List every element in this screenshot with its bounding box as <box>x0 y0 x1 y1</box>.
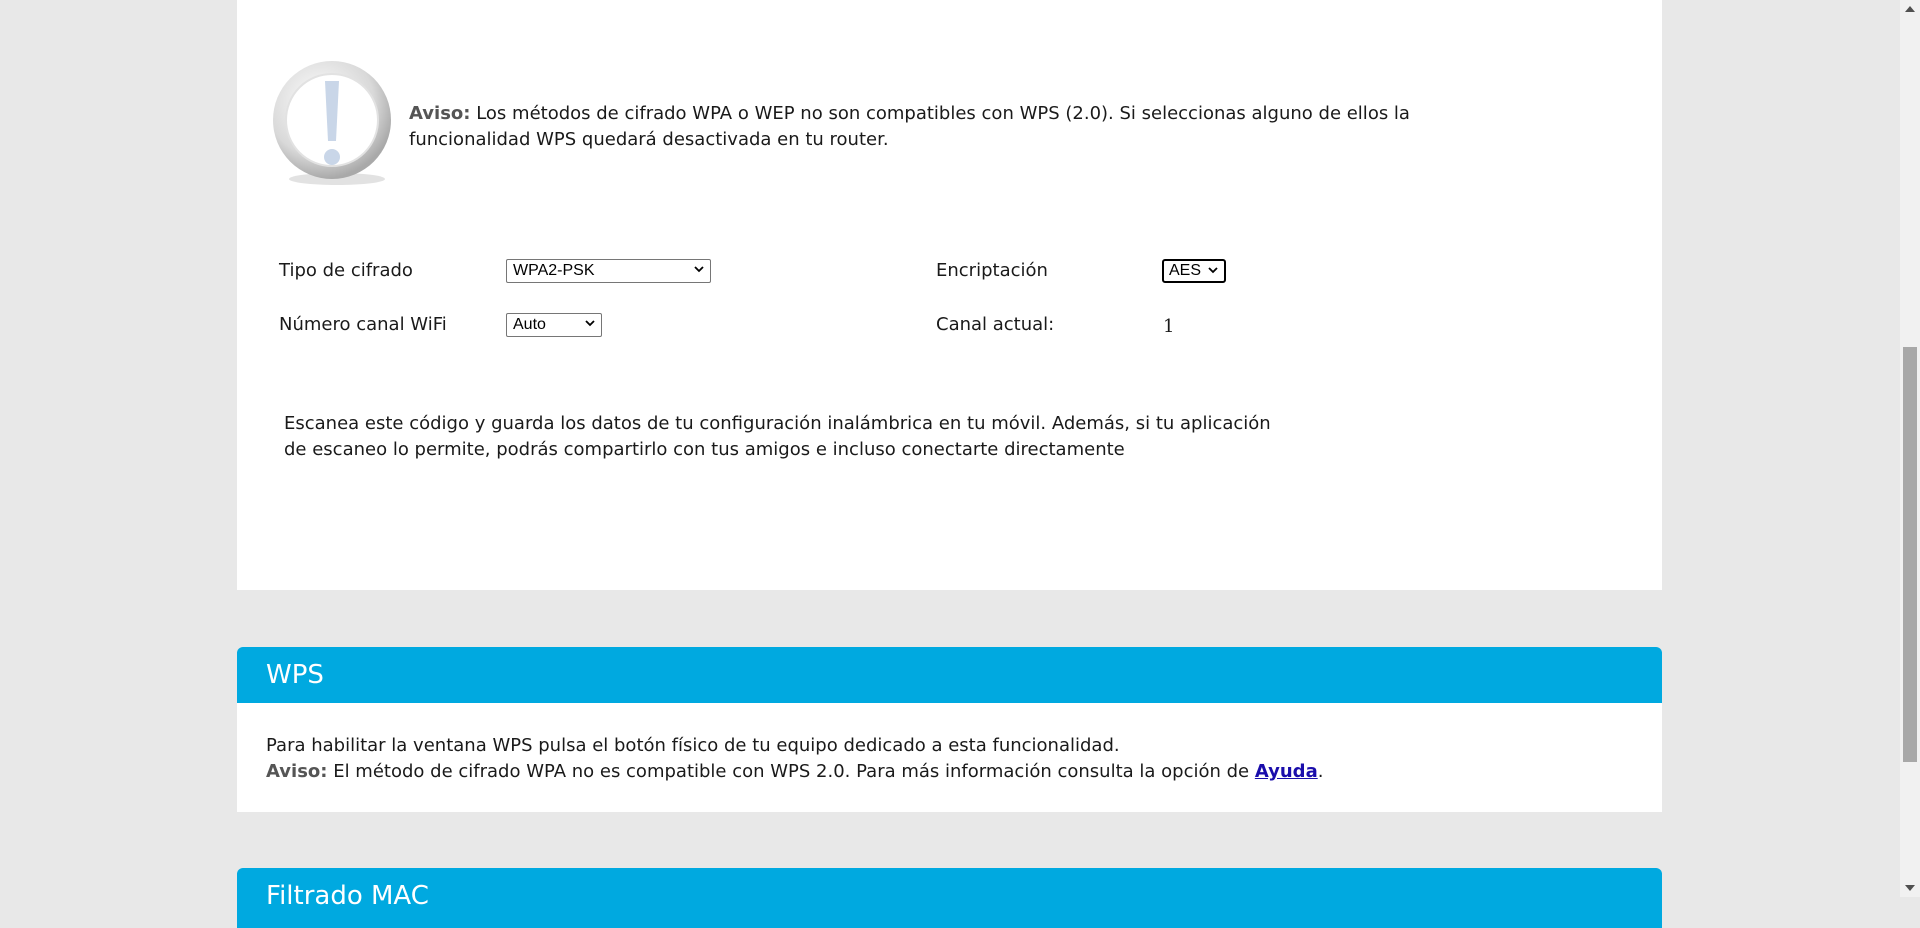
cipher-type-value: WPA2-PSK <box>513 262 595 279</box>
vertical-scrollbar[interactable] <box>1900 0 1920 897</box>
scroll-up-icon[interactable] <box>1905 6 1915 12</box>
scrollbar-thumb[interactable] <box>1903 347 1917 762</box>
wifi-channel-select[interactable]: Auto <box>506 313 602 337</box>
cipher-type-select[interactable]: WPA2-PSK <box>506 259 711 283</box>
wps-warning-end: . <box>1317 761 1324 782</box>
encryption-select[interactable]: AES <box>1162 259 1226 283</box>
wps-warning-text: El método de cifrado WPA no es compatibl… <box>327 761 1255 782</box>
exclamation-icon <box>273 61 391 185</box>
warning-label: Aviso: <box>409 103 471 124</box>
wps-title: WPS <box>266 660 324 690</box>
current-channel-value: 1 <box>1163 316 1175 337</box>
wps-section-body: Para habilitar la ventana WPS pulsa el b… <box>237 703 1662 812</box>
mac-filter-section-header: Filtrado MAC <box>237 868 1662 928</box>
wps-section-header: WPS <box>237 647 1662 703</box>
wifi-security-panel: Aviso: Los métodos de cifrado WPA o WEP … <box>237 0 1662 590</box>
cipher-type-label: Tipo de cifrado <box>279 260 413 281</box>
scroll-down-icon[interactable] <box>1905 885 1915 891</box>
wifi-channel-value: Auto <box>513 316 546 333</box>
encryption-label: Encriptación <box>936 260 1048 281</box>
help-link[interactable]: Ayuda <box>1255 761 1318 782</box>
warning-text: Los métodos de cifrado WPA o WEP no son … <box>409 103 1410 150</box>
wps-instructions: Para habilitar la ventana WPS pulsa el b… <box>266 735 1120 756</box>
wps-warning-message: Aviso: Los métodos de cifrado WPA o WEP … <box>409 101 1509 153</box>
chevron-down-icon <box>1208 267 1218 274</box>
mac-filter-title: Filtrado MAC <box>266 881 429 911</box>
qr-scan-description: Escanea este código y guarda los datos d… <box>284 413 1271 460</box>
current-channel-label: Canal actual: <box>936 314 1055 335</box>
chevron-down-icon <box>694 266 704 273</box>
encryption-value: AES <box>1169 262 1202 279</box>
wps-warning-label: Aviso: <box>266 761 328 782</box>
wifi-channel-label: Número canal WiFi <box>279 314 447 335</box>
chevron-down-icon <box>585 320 595 327</box>
wps-warning: Aviso: El método de cifrado WPA no es co… <box>266 759 1662 785</box>
